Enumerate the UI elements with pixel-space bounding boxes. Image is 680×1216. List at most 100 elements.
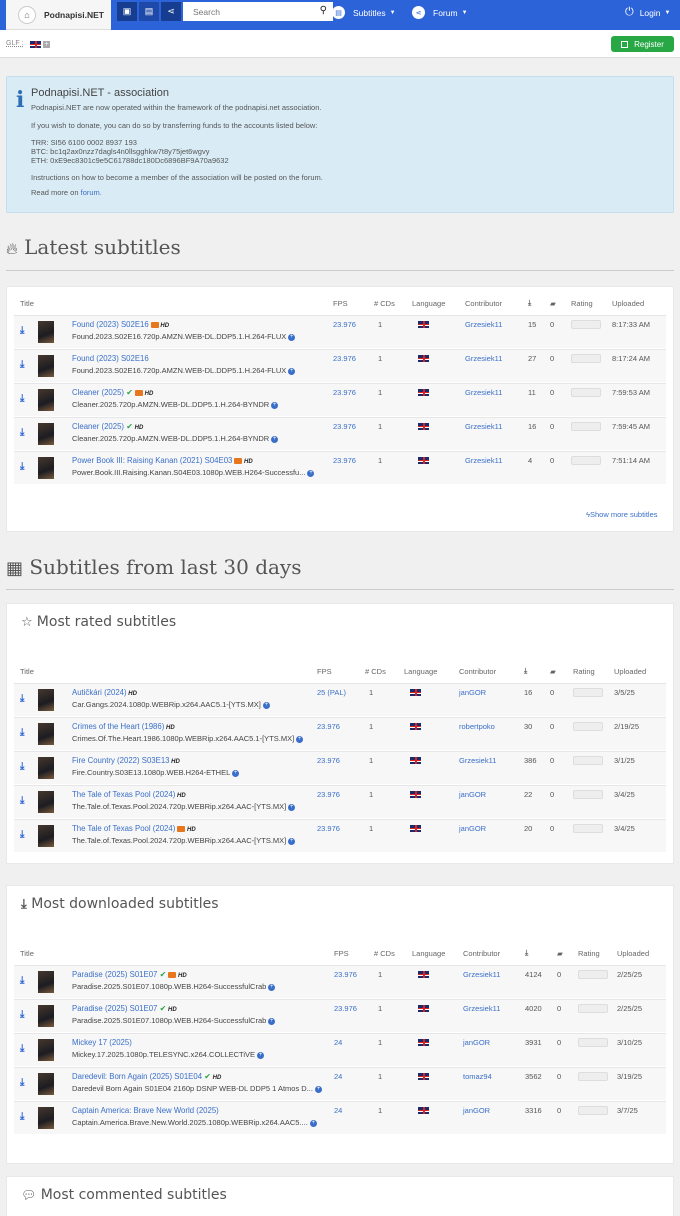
expand-icon[interactable]: + [268, 1017, 276, 1025]
column-header-contributor[interactable]: Contributor [465, 299, 502, 308]
rating-bar[interactable] [573, 790, 603, 799]
column-header-rating[interactable]: Rating [573, 667, 595, 676]
download-icon[interactable]: ⤓ [20, 693, 24, 704]
subtitle-title-link[interactable]: The Tale of Texas Pool (2024) [72, 790, 175, 799]
rating-bar[interactable] [578, 1038, 608, 1047]
subtitle-title-link[interactable]: Cleaner (2025) [72, 422, 124, 431]
download-icon[interactable]: ⤓ [20, 359, 24, 370]
expand-icon[interactable]: + [307, 469, 315, 477]
column-header-fps[interactable]: FPS [334, 949, 349, 958]
subtitle-title-link[interactable]: Paradise (2025) S01E07 [72, 970, 157, 979]
fps-link[interactable]: 23.976 [333, 456, 356, 465]
expand-icon[interactable]: + [268, 983, 276, 991]
contributor-link[interactable]: Grzesiek11 [465, 422, 502, 431]
show-more-link[interactable]: ϟShow more subtitles [586, 510, 658, 519]
contributor-link[interactable]: janGOR [459, 688, 486, 697]
contributor-link[interactable]: janGOR [459, 790, 486, 799]
fps-link[interactable]: 24 [334, 1038, 342, 1047]
download-icon[interactable]: ⤓ [20, 975, 24, 986]
subtitle-title-link[interactable]: Crimes of the Heart (1986) [72, 722, 164, 731]
column-header-language[interactable]: Language [404, 667, 437, 676]
poster-thumbnail[interactable] [38, 389, 54, 411]
fps-link[interactable]: 23.976 [317, 756, 340, 765]
download-icon[interactable]: ⤓ [20, 427, 24, 438]
comments-column-icon[interactable]: ▰ [550, 667, 556, 676]
download-icon[interactable]: ⤓ [20, 393, 24, 404]
fps-link[interactable]: 24 [334, 1106, 342, 1115]
column-header-cds[interactable]: # CDs [374, 299, 395, 308]
add-language-icon[interactable]: + [43, 41, 50, 49]
poster-thumbnail[interactable] [38, 1005, 54, 1027]
expand-icon[interactable]: + [288, 367, 296, 375]
download-icon[interactable]: ⤓ [20, 461, 24, 472]
subtitles-menu[interactable]: ▤ Subtitles ▼ [332, 0, 396, 25]
column-header-fps[interactable]: FPS [333, 299, 348, 308]
download-icon[interactable]: ⤓ [20, 1077, 24, 1088]
subtitle-title-link[interactable]: Fire Country (2022) S03E13 [72, 756, 170, 765]
rating-bar[interactable] [573, 688, 603, 697]
fps-link[interactable]: 23.976 [333, 388, 356, 397]
poster-thumbnail[interactable] [38, 723, 54, 745]
expand-icon[interactable]: + [271, 435, 279, 443]
rating-bar[interactable] [573, 756, 603, 765]
brand-name[interactable]: Podnapisi.NET [44, 10, 104, 20]
poster-thumbnail[interactable] [38, 757, 54, 779]
subtitle-title-link[interactable]: Cleaner (2025) [72, 388, 124, 397]
expand-icon[interactable]: + [288, 333, 296, 341]
downloads-column-icon[interactable]: ⤓ [528, 298, 531, 308]
subtitle-title-link[interactable]: Paradise (2025) S01E07 [72, 1004, 157, 1013]
document-filter-icon[interactable]: ▤ [139, 2, 159, 21]
poster-thumbnail[interactable] [38, 321, 54, 343]
brand[interactable]: ⌂ Podnapisi.NET [6, 0, 111, 30]
contributor-link[interactable]: janGOR [463, 1038, 490, 1047]
fps-link[interactable]: 25 (PAL) [317, 688, 346, 697]
contributor-link[interactable]: Grzesiek11 [459, 756, 496, 765]
expand-icon[interactable]: + [296, 735, 304, 743]
column-header-language[interactable]: Language [412, 949, 445, 958]
downloads-column-icon[interactable]: ⤓ [525, 948, 528, 958]
comments-column-icon[interactable]: ▰ [550, 299, 556, 308]
download-icon[interactable]: ⤓ [20, 1009, 24, 1020]
rating-bar[interactable] [571, 388, 601, 397]
column-header-title[interactable]: Title [20, 667, 34, 676]
contributor-link[interactable]: Grzesiek11 [465, 320, 502, 329]
column-header-rating[interactable]: Rating [571, 299, 593, 308]
fps-link[interactable]: 23.976 [317, 824, 340, 833]
register-button[interactable]: Register [611, 36, 674, 52]
downloads-column-icon[interactable]: ⤓ [524, 666, 527, 676]
poster-thumbnail[interactable] [38, 791, 54, 813]
column-header-title[interactable]: Title [20, 299, 34, 308]
fps-link[interactable]: 23.976 [317, 722, 340, 731]
column-header-contributor[interactable]: Contributor [459, 667, 496, 676]
column-header-uploaded[interactable]: Uploaded [612, 299, 644, 308]
poster-thumbnail[interactable] [38, 1039, 54, 1061]
subtitle-title-link[interactable]: Power Book III: Raising Kanan (2021) S04… [72, 456, 232, 465]
download-icon[interactable]: ⤓ [20, 325, 24, 336]
comments-column-icon[interactable]: ▰ [557, 949, 563, 958]
download-icon[interactable]: ⤓ [20, 727, 24, 738]
rating-bar[interactable] [573, 824, 603, 833]
subtitle-title-link[interactable]: Daredevil: Born Again (2025) S01E04 [72, 1072, 202, 1081]
contributor-link[interactable]: robertpoko [459, 722, 495, 731]
poster-thumbnail[interactable] [38, 689, 54, 711]
movie-filter-icon[interactable]: ▣ [117, 2, 137, 21]
glf-label[interactable]: GLF : [6, 40, 24, 47]
contributor-link[interactable]: tomaz94 [463, 1072, 492, 1081]
expand-icon[interactable]: + [288, 837, 296, 845]
contributor-link[interactable]: Grzesiek11 [465, 388, 502, 397]
search-icon[interactable]: ⚲ [320, 5, 327, 16]
rating-bar[interactable] [578, 1072, 608, 1081]
rating-bar[interactable] [578, 1004, 608, 1013]
fps-link[interactable]: 23.976 [317, 790, 340, 799]
subtitle-title-link[interactable]: Mickey 17 (2025) [72, 1038, 132, 1047]
rating-bar[interactable] [571, 422, 601, 431]
expand-icon[interactable]: + [288, 803, 296, 811]
expand-icon[interactable]: + [262, 701, 270, 709]
column-header-rating[interactable]: Rating [578, 949, 600, 958]
share-icon[interactable]: ⋖ [161, 2, 181, 21]
expand-icon[interactable]: + [271, 401, 279, 409]
contributor-link[interactable]: Grzesiek11 [465, 354, 502, 363]
rating-bar[interactable] [571, 320, 601, 329]
contributor-link[interactable]: janGOR [463, 1106, 490, 1115]
subtitle-title-link[interactable]: Autičkári (2024) [72, 688, 127, 697]
